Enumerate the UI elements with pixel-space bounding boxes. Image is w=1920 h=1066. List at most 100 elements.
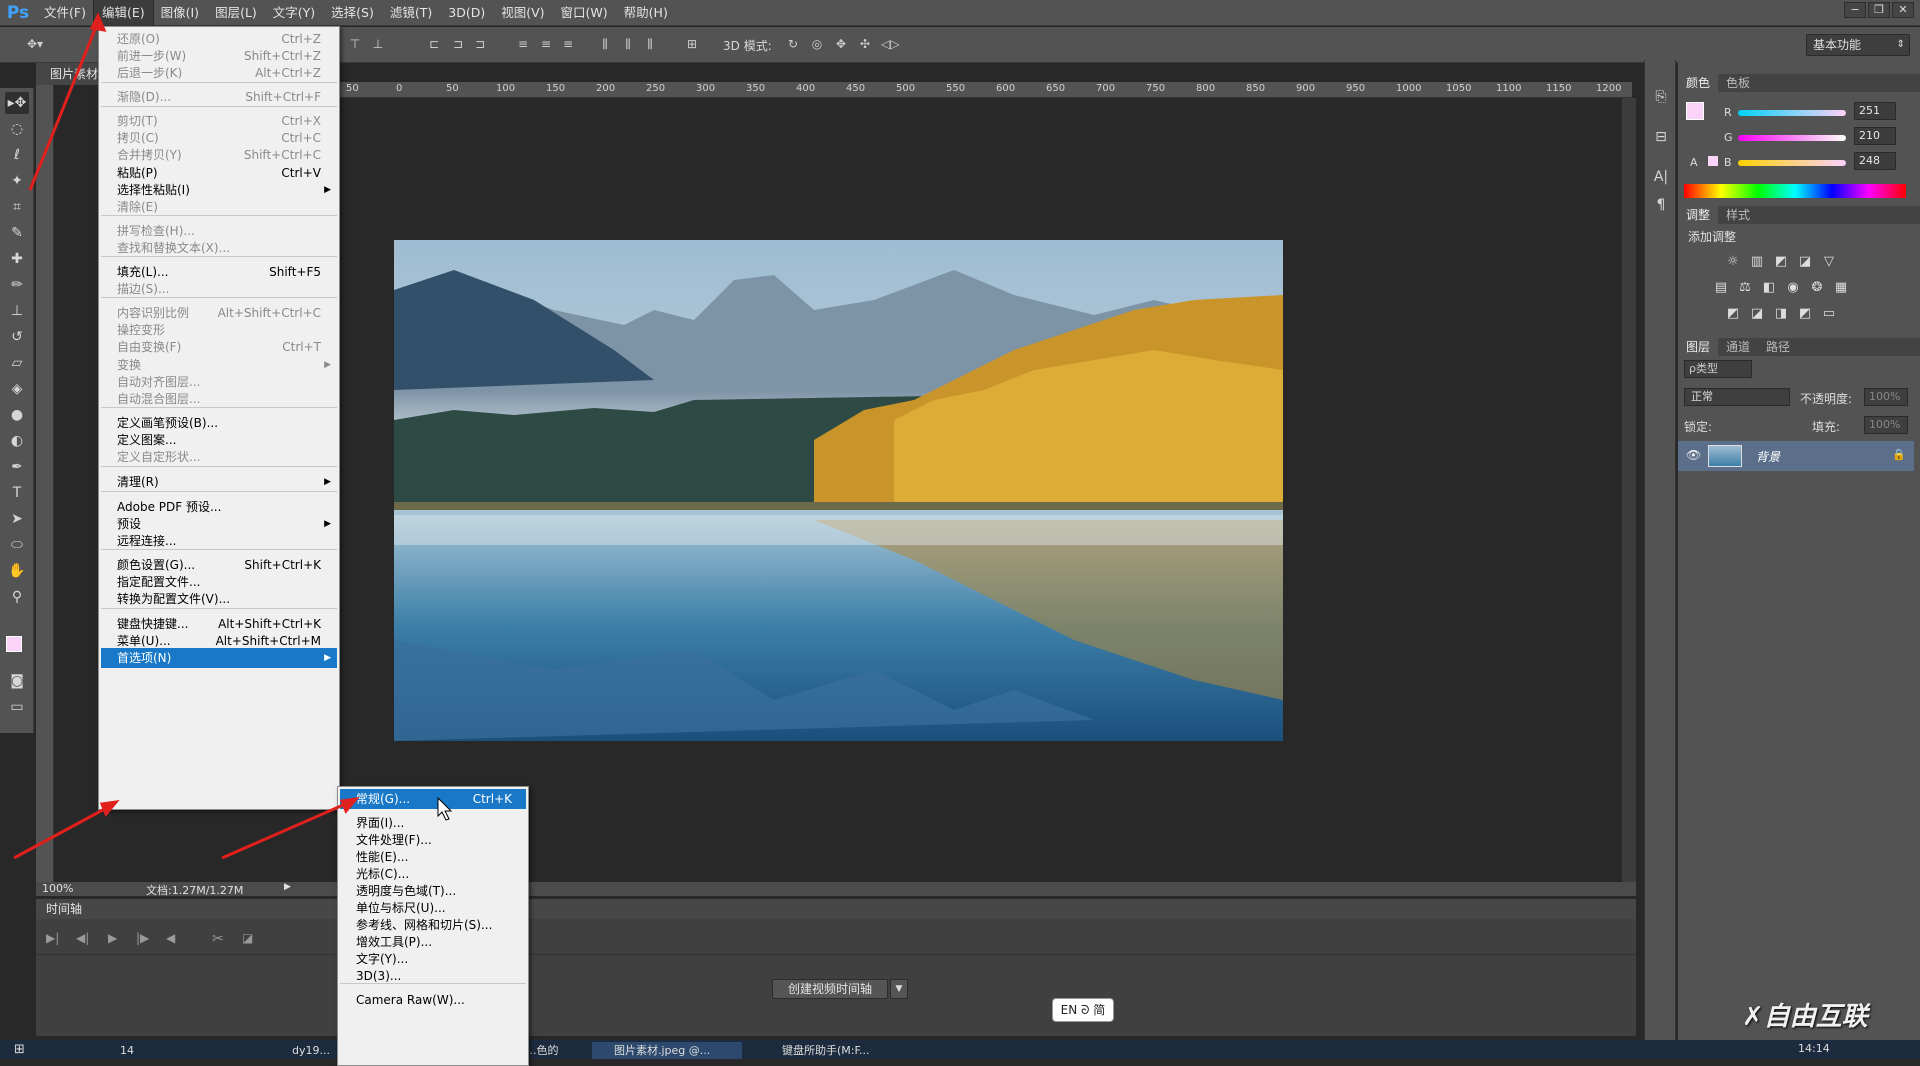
zoom-tool-icon[interactable]: ⚲ — [5, 586, 29, 608]
foreground-color-swatch[interactable] — [6, 636, 22, 652]
taskbar-item[interactable]: 键盘所助手(M:F... — [760, 1042, 920, 1059]
b-slider[interactable] — [1738, 160, 1846, 166]
color-fg-swatch[interactable] — [1686, 102, 1704, 120]
paint-bucket-icon[interactable]: ◈ — [5, 378, 29, 400]
threshold-icon[interactable]: ◨ — [1772, 306, 1790, 322]
move-tool-preset-icon[interactable]: ✥▾ — [20, 36, 50, 52]
history-brush-icon[interactable]: ↺ — [5, 326, 29, 348]
edit-menu-item[interactable]: 首选项(N) ▶ — [101, 648, 337, 668]
opacity-input[interactable]: 100% — [1864, 388, 1908, 406]
distribute-left-icon[interactable]: ⫼ — [597, 36, 613, 52]
color-lookup-icon[interactable]: ▦ — [1832, 280, 1850, 296]
align-top-icon[interactable]: ⊤ — [347, 36, 363, 52]
menu-view[interactable]: 视图(V) — [493, 0, 552, 26]
shape-tool-icon[interactable]: ⬭ — [5, 534, 29, 556]
blur-tool-icon[interactable]: ● — [5, 404, 29, 426]
clone-stamp-icon[interactable]: ⊥ — [5, 300, 29, 322]
hue-saturation-icon[interactable]: ▤ — [1712, 280, 1730, 296]
3d-roll-icon[interactable]: ◎ — [809, 36, 825, 52]
first-frame-icon[interactable]: ▶| — [46, 931, 59, 945]
color-bg-swatch[interactable] — [1708, 156, 1718, 166]
distribute-bottom-icon[interactable]: ≡ — [560, 36, 576, 52]
history-panel-icon[interactable]: ⎘ — [1649, 86, 1673, 108]
path-select-icon[interactable]: ➤ — [5, 508, 29, 530]
g-slider[interactable] — [1738, 135, 1846, 141]
document-tab[interactable]: 图片素材 — [36, 63, 100, 85]
color-spectrum-ramp[interactable] — [1684, 184, 1906, 198]
marquee-tool-icon[interactable]: ◌ — [5, 118, 29, 140]
audio-icon[interactable]: ◀ — [166, 931, 175, 945]
invert-icon[interactable]: ◩ — [1724, 306, 1742, 322]
next-frame-icon[interactable]: |▶ — [136, 931, 149, 945]
screen-mode-icon[interactable]: ▭ — [5, 696, 29, 718]
gradient-map-icon[interactable]: ▭ — [1820, 306, 1838, 322]
distribute-hcenter-icon[interactable]: ⫼ — [620, 36, 636, 52]
align-vcenter-icon[interactable]: ⊥ — [370, 36, 386, 52]
r-value[interactable]: 251 — [1854, 102, 1896, 120]
layer-row-background[interactable]: 👁 背景 🔒 — [1678, 441, 1914, 471]
create-timeline-dropdown-icon[interactable]: ▼ — [890, 979, 908, 999]
channel-mixer-icon[interactable]: ❂ — [1808, 280, 1826, 296]
ime-indicator[interactable]: EN ᘐ 简 — [1052, 998, 1114, 1022]
canvas-scrollbar[interactable] — [1622, 98, 1636, 882]
tab-channels[interactable]: 通道 — [1718, 338, 1758, 356]
align-left-icon[interactable]: ⊏ — [426, 36, 442, 52]
edit-menu-item[interactable]: 自动混合图层... — [101, 389, 337, 409]
menu-file[interactable]: 文件(F) — [36, 0, 94, 26]
tab-swatches[interactable]: 色板 — [1718, 74, 1758, 92]
tab-adjustments[interactable]: 调整 — [1678, 206, 1719, 224]
pen-tool-icon[interactable]: ✒ — [5, 456, 29, 478]
edit-menu-item[interactable]: 自由变换(F) Ctrl+T — [101, 337, 337, 357]
paragraph-panel-icon[interactable]: ¶ — [1649, 194, 1673, 216]
dodge-tool-icon[interactable]: ◐ — [5, 430, 29, 452]
edit-menu-item[interactable]: 清除(E) — [101, 197, 337, 217]
3d-rotate-icon[interactable]: ↻ — [785, 36, 801, 52]
menu-filter[interactable]: 滤镜(T) — [382, 0, 440, 26]
restore-button[interactable]: ❐ — [1868, 2, 1890, 18]
healing-brush-icon[interactable]: ✚ — [5, 248, 29, 270]
edit-menu-item[interactable]: 合并拷贝(Y) Shift+Ctrl+C — [101, 145, 337, 165]
visibility-eye-icon[interactable]: 👁 — [1686, 448, 1701, 462]
lasso-tool-icon[interactable]: ℓ — [5, 144, 29, 166]
align-hcenter-icon[interactable]: ⊐ — [450, 36, 466, 52]
edit-menu-item[interactable]: 远程连接... — [101, 531, 337, 551]
edit-menu-item[interactable]: 定义自定形状... — [101, 447, 337, 467]
play-icon[interactable]: ▶ — [108, 931, 117, 945]
curves-icon[interactable]: ◩ — [1772, 254, 1790, 270]
3d-slide-icon[interactable]: ✣ — [857, 36, 873, 52]
layer-filter-select[interactable]: ρ类型 — [1684, 360, 1752, 378]
exposure-icon[interactable]: ◪ — [1796, 254, 1814, 270]
distribute-center-icon[interactable]: ≡ — [538, 36, 554, 52]
r-slider[interactable] — [1738, 110, 1846, 116]
workspace-select[interactable]: 基本功能 — [1806, 34, 1910, 56]
transition-icon[interactable]: ◪ — [242, 931, 253, 945]
close-button[interactable]: ✕ — [1892, 2, 1914, 18]
tab-styles[interactable]: 样式 — [1718, 206, 1758, 224]
3d-drag-icon[interactable]: ✥ — [833, 36, 849, 52]
distribute-right-icon[interactable]: ⫼ — [642, 36, 658, 52]
edit-menu-item[interactable]: 后退一步(K) Alt+Ctrl+Z — [101, 63, 337, 83]
edit-menu-item[interactable]: 查找和替换文本(X)... — [101, 238, 337, 258]
vibrance-icon[interactable]: ▽ — [1820, 254, 1838, 270]
tab-color[interactable]: 颜色 — [1678, 74, 1719, 92]
type-tool-icon[interactable]: T — [5, 482, 29, 504]
edit-menu-item[interactable]: 渐隐(D)... Shift+Ctrl+F — [101, 87, 337, 107]
auto-align-icon[interactable]: ⊞ — [684, 36, 700, 52]
status-menu-arrow-icon[interactable]: ▶ — [284, 882, 291, 892]
distribute-top-icon[interactable]: ≡ — [515, 36, 531, 52]
menu-help[interactable]: 帮助(H) — [616, 0, 676, 26]
edit-menu-item[interactable]: 清理(R) ▶ — [101, 472, 337, 492]
prev-frame-icon[interactable]: ◀| — [76, 931, 89, 945]
magic-wand-icon[interactable]: ✦ — [5, 170, 29, 192]
menu-type[interactable]: 文字(Y) — [265, 0, 323, 26]
hand-tool-icon[interactable]: ✋ — [5, 560, 29, 582]
split-scissors-icon[interactable]: ✂ — [212, 931, 224, 947]
create-video-timeline-button[interactable]: 创建视频时间轴 — [772, 979, 888, 999]
pref-menu-item[interactable]: Camera Raw(W)... — [340, 990, 526, 1010]
properties-panel-icon[interactable]: ⊟ — [1649, 126, 1673, 148]
menu-layer[interactable]: 图层(L) — [207, 0, 265, 26]
blend-mode-select[interactable]: 正常 — [1684, 388, 1790, 406]
eyedropper-icon[interactable]: ✎ — [5, 222, 29, 244]
document-image[interactable] — [394, 240, 1283, 741]
brush-tool-icon[interactable]: ✏ — [5, 274, 29, 296]
